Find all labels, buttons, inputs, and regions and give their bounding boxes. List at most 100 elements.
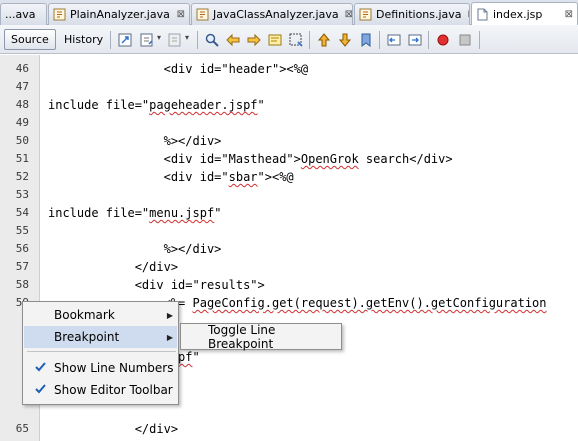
menu-item-label: Toggle Line Breakpoint bbox=[208, 323, 276, 351]
code-text: include file="menu.jspf" bbox=[48, 204, 221, 222]
back-dropdown-icon[interactable]: ▾ bbox=[157, 33, 161, 42]
tab-plainanalyzer[interactable]: PlainAnalyzer.java ⊠ bbox=[48, 3, 190, 25]
menu-item-breakpoint[interactable]: Breakpoint ▶ bbox=[24, 326, 177, 348]
find-previous-icon[interactable] bbox=[225, 32, 241, 48]
menu-separator bbox=[27, 351, 176, 352]
code-segment: search</div> bbox=[358, 152, 453, 166]
code-line[interactable]: 51 <div id="Masthead">OpenGrok search</d… bbox=[0, 150, 578, 168]
menu-item-show-editor-toolbar[interactable]: Show Editor Toolbar bbox=[24, 379, 177, 401]
code-line[interactable]: 55 bbox=[0, 222, 578, 240]
menu-item-label: Show Line Numbers bbox=[54, 361, 174, 375]
toolbar-separator bbox=[309, 31, 310, 49]
line-number: 48 bbox=[15, 98, 29, 111]
next-bookmark-icon[interactable] bbox=[337, 32, 353, 48]
menu-item-label: Bookmark bbox=[54, 308, 115, 322]
line-number: 53 bbox=[15, 188, 29, 201]
start-macro-recording-icon[interactable] bbox=[435, 32, 451, 48]
breakpoint-submenu: Toggle Line Breakpoint bbox=[180, 323, 342, 351]
line-number: 55 bbox=[15, 224, 29, 237]
code-line[interactable]: 56 %></div> bbox=[0, 240, 578, 258]
code-segment: %></div> bbox=[48, 134, 222, 148]
code-text: <div id="Masthead">OpenGrok search</div> bbox=[48, 150, 453, 168]
code-text: include file="pageheader.jspf" bbox=[48, 96, 265, 114]
tab-close-icon[interactable]: ⊠ bbox=[559, 9, 577, 20]
rectangular-selection-icon[interactable] bbox=[288, 32, 304, 48]
forward-icon[interactable] bbox=[167, 32, 183, 48]
code-segment: include file=" bbox=[48, 98, 150, 112]
forward-dropdown-icon[interactable]: ▾ bbox=[185, 33, 189, 42]
toggle-highlight-icon[interactable] bbox=[267, 32, 283, 48]
last-edit-icon[interactable] bbox=[117, 32, 133, 48]
code-line[interactable]: 65 </div> bbox=[0, 420, 578, 438]
gutter-context-menu: Bookmark ▶ Breakpoint ▶ Show Line Number… bbox=[22, 301, 179, 405]
code-line[interactable]: 58 <div id="results"> bbox=[0, 276, 578, 294]
line-number: 51 bbox=[15, 152, 29, 165]
code-segment: %></div> bbox=[48, 242, 222, 256]
menu-item-show-line-numbers[interactable]: Show Line Numbers bbox=[24, 357, 177, 379]
code-line[interactable]: 50 %></div> bbox=[0, 132, 578, 150]
line-number: 47 bbox=[15, 80, 29, 93]
code-segment: <div id="Masthead"> bbox=[48, 152, 301, 166]
menu-item-label: Breakpoint bbox=[54, 330, 120, 344]
previous-bookmark-icon[interactable] bbox=[316, 32, 332, 48]
code-text: <div id="header"><%@ bbox=[48, 60, 309, 78]
menu-item-toggle-line-breakpoint[interactable]: Toggle Line Breakpoint bbox=[182, 323, 340, 351]
tab-label: PlainAnalyzer.java bbox=[70, 8, 170, 21]
editor-toolbar: Source History ▾ ▾ bbox=[0, 25, 578, 54]
code-segment: include file=" bbox=[48, 206, 150, 220]
toolbar-separator bbox=[479, 31, 480, 49]
spelling-error-underline: PageConfig.get(request).getEnv().getConf… bbox=[192, 296, 547, 310]
find-next-icon[interactable] bbox=[246, 32, 262, 48]
code-line[interactable]: 48 include file="pageheader.jspf" bbox=[0, 96, 578, 114]
tab-java-truncated[interactable]: ...ava bbox=[0, 3, 47, 25]
code-line[interactable]: 52 <div id="sbar"><%@ bbox=[0, 168, 578, 186]
spelling-error-underline: menu.jspf bbox=[149, 206, 215, 220]
tab-close-icon[interactable]: ⊠ bbox=[462, 9, 469, 20]
find-selection-icon[interactable] bbox=[204, 32, 220, 48]
toggle-bookmark-icon[interactable] bbox=[358, 32, 374, 48]
line-number: 49 bbox=[15, 116, 29, 129]
code-segment: " bbox=[214, 206, 222, 220]
jsp-file-icon bbox=[477, 8, 488, 21]
code-text: <div id="sbar"><%@ bbox=[48, 168, 294, 186]
spelling-error-underline: sbar bbox=[228, 170, 258, 184]
submenu-arrow-icon: ▶ bbox=[166, 332, 173, 342]
code-segment: </div> bbox=[48, 260, 179, 274]
tab-label: JavaClassAnalyzer.java bbox=[213, 8, 339, 21]
line-number: 46 bbox=[15, 62, 29, 75]
code-line[interactable]: 53 bbox=[0, 186, 578, 204]
code-segment: " bbox=[257, 98, 265, 112]
stop-macro-recording-icon[interactable] bbox=[457, 32, 473, 48]
line-number: 50 bbox=[15, 134, 29, 147]
line-number: 52 bbox=[15, 170, 29, 183]
code-segment: "><%@ bbox=[257, 170, 294, 184]
code-line[interactable]: 49 bbox=[0, 114, 578, 132]
java-file-icon bbox=[53, 8, 66, 21]
history-tab-button[interactable]: History bbox=[57, 29, 110, 50]
code-segment: </div> bbox=[48, 422, 179, 436]
java-file-icon bbox=[359, 8, 372, 21]
tab-index-jsp[interactable]: index.jsp ⊠ bbox=[471, 2, 578, 26]
tab-close-icon[interactable]: ⊠ bbox=[339, 9, 352, 20]
back-icon[interactable] bbox=[139, 32, 155, 48]
code-line[interactable]: 57 </div> bbox=[0, 258, 578, 276]
tab-definitions[interactable]: Definitions.java ⊠ bbox=[354, 3, 470, 25]
code-line[interactable]: 46 <div id="header"><%@ bbox=[0, 60, 578, 78]
tab-close-icon[interactable]: ⊠ bbox=[171, 9, 189, 20]
code-segment: <div id=" bbox=[48, 170, 229, 184]
line-number: 65 bbox=[15, 422, 29, 435]
shift-line-left-icon[interactable] bbox=[386, 32, 402, 48]
submenu-arrow-icon: ▶ bbox=[166, 310, 173, 320]
code-line[interactable]: 47 bbox=[0, 78, 578, 96]
shift-line-right-icon[interactable] bbox=[407, 32, 423, 48]
code-text: %></div> bbox=[48, 240, 222, 258]
source-tab-button[interactable]: Source bbox=[4, 29, 56, 50]
spelling-error-underline: OpenGrok bbox=[300, 152, 359, 166]
line-number: 54 bbox=[15, 206, 29, 219]
tab-javaclassanalyzer[interactable]: JavaClassAnalyzer.java ⊠ bbox=[191, 3, 353, 25]
menu-item-bookmark[interactable]: Bookmark ▶ bbox=[24, 304, 177, 326]
code-line[interactable]: 54 include file="menu.jspf" bbox=[0, 204, 578, 222]
check-icon bbox=[34, 382, 47, 398]
java-file-icon bbox=[196, 8, 209, 21]
menu-item-label: Show Editor Toolbar bbox=[54, 383, 173, 397]
